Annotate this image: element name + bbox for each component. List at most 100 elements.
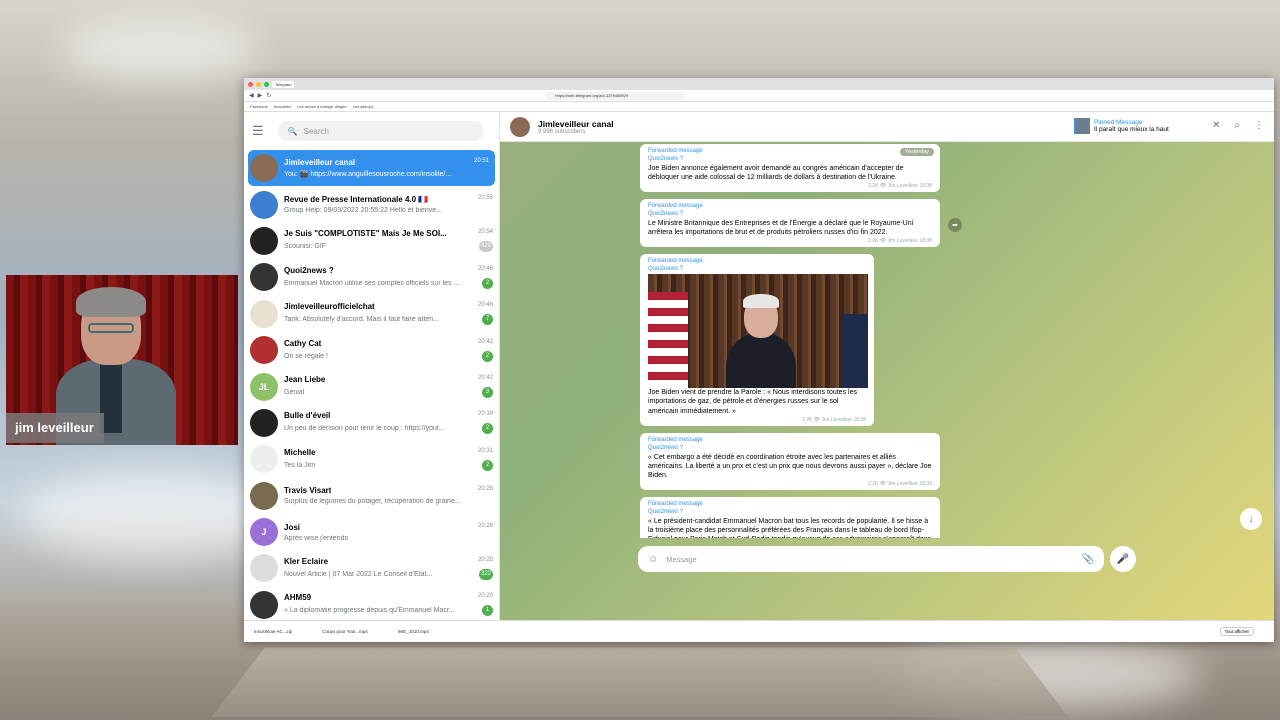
chat-item[interactable]: Cathy Cat 20:42 On se régale ! 2 bbox=[244, 332, 499, 368]
message-composer[interactable]: ☺ Message 📎 bbox=[638, 546, 1104, 572]
chat-name: Jean Liebe bbox=[284, 375, 326, 385]
message-bubble[interactable]: Forwarded message Yesterday Quoi2news ? … bbox=[640, 144, 940, 193]
chat-time: 20:31 bbox=[477, 447, 493, 454]
search-icon[interactable]: ⌕ bbox=[1234, 120, 1240, 131]
download-item[interactable]: IMG_1010.mp4 bbox=[398, 629, 429, 634]
chat-preview: Surplus de légumes du potager, récupérat… bbox=[284, 498, 461, 506]
channel-avatar[interactable] bbox=[510, 116, 530, 137]
url-bar[interactable]: https://web.telegram.org/z/#-1379485929 bbox=[545, 91, 686, 100]
minimize-window-icon[interactable] bbox=[256, 81, 261, 87]
unread-badge: 322 bbox=[478, 568, 493, 580]
chat-item[interactable]: JL Jean Liebe 20:42 Génial 3 bbox=[244, 368, 499, 404]
forward-icon[interactable]: ▶ bbox=[258, 92, 263, 99]
chat-name: Kler Eclaire bbox=[284, 556, 329, 566]
message-bubble[interactable]: Forwarded message Quoi2news ? « Cet emba… bbox=[640, 432, 940, 490]
download-item[interactable]: Coups pour Youl...mp4 bbox=[322, 629, 368, 634]
bookmark[interactable]: Nouvelles bbox=[274, 104, 292, 109]
bookmark[interactable]: Les armes à énergie dirigée bbox=[297, 104, 347, 109]
chat-main: Jimleveilleur canal 9 996 subscribers Pi… bbox=[500, 112, 1274, 620]
chat-preview: Scounisi: GIF bbox=[284, 243, 327, 251]
telegram-app: ☰ 🔍 Search Jimleveilleur canal 20:51 You… bbox=[244, 112, 1274, 620]
chat-item[interactable]: Quoi2news ? 20:46 Emmanuel Macron utilis… bbox=[244, 259, 499, 295]
maximize-window-icon[interactable] bbox=[264, 81, 269, 87]
chat-item[interactable]: Michelle 20:31 Tes la Jim 2 bbox=[244, 441, 499, 477]
webcam-name-label: jim leveilleur bbox=[6, 413, 104, 443]
attach-icon[interactable]: 📎 bbox=[1082, 554, 1094, 565]
message-bubble-photo[interactable]: Forwarded message Quoi2news ? Joe Biden … bbox=[640, 254, 874, 426]
message-photo[interactable] bbox=[648, 274, 868, 389]
person bbox=[56, 287, 176, 445]
chat-time: 20:39 bbox=[477, 411, 493, 418]
cloud bbox=[60, 20, 260, 80]
chat-name: Bulle d'éveil bbox=[284, 411, 331, 421]
download-item[interactable]: InsuloNow-AC...zip bbox=[254, 629, 292, 634]
chat-item[interactable]: Kler Eclaire 20:25 Nouvel Article | 07 M… bbox=[244, 550, 499, 586]
chat-time: 20:42 bbox=[477, 375, 493, 382]
browser-window: Telegram ◀ ▶ ↻ https://web.telegram.org/… bbox=[244, 78, 1274, 642]
avatar bbox=[250, 226, 278, 255]
bookmark[interactable]: Facebook bbox=[250, 104, 268, 109]
chat-time: 20:25 bbox=[477, 556, 493, 563]
hamburger-icon[interactable]: ☰ bbox=[252, 123, 264, 139]
unread-badge: 3 bbox=[482, 387, 493, 399]
close-icon[interactable]: ✕ bbox=[1212, 120, 1220, 131]
chat-name: Je Suis "COMPLOTISTE" Mais Je Me SOI... bbox=[284, 229, 447, 239]
unread-badge: 2 bbox=[482, 350, 493, 362]
chat-name: Revue de Presse Internationale 4.0 🇫🇷 bbox=[284, 195, 429, 205]
microphone-icon[interactable]: 🎤 bbox=[1110, 546, 1136, 572]
chat-item[interactable]: AHM59 20:20 « La diplomatie progresse de… bbox=[244, 587, 499, 623]
chat-time: 20:42 bbox=[477, 338, 493, 345]
pinned-thumbnail bbox=[1074, 118, 1090, 134]
avatar bbox=[250, 299, 278, 328]
date-pill: Yesterday bbox=[899, 148, 934, 156]
share-icon[interactable]: ➦ bbox=[948, 218, 962, 232]
search-input[interactable]: 🔍 Search bbox=[277, 121, 484, 141]
chat-time: 20:46 bbox=[477, 265, 493, 272]
chat-preview: Nouvel Article | 07 Mar 2022 Le Conseil … bbox=[284, 570, 433, 578]
pinned-message[interactable]: Pinned Message Il paraît que mieux la ha… bbox=[1074, 118, 1169, 134]
scroll-down-icon[interactable]: ↓ bbox=[1240, 508, 1262, 530]
unread-badge: 2 bbox=[482, 277, 493, 289]
tab-telegram[interactable]: Telegram bbox=[272, 80, 295, 88]
floor bbox=[211, 647, 1069, 718]
chat-item[interactable]: Jimleveilleur canal 20:51 You: 🎬 https:/… bbox=[248, 150, 495, 187]
message-input[interactable]: Message bbox=[666, 555, 1081, 564]
bookmark[interactable]: Les alien(s) bbox=[353, 104, 374, 109]
emoji-icon[interactable]: ☺ bbox=[648, 554, 658, 565]
show-all-downloads-button[interactable]: Tout afficher bbox=[1219, 627, 1254, 636]
message-bubble[interactable]: Forwarded message Quoi2news ? « Le prési… bbox=[640, 496, 940, 538]
chat-preview: Tes la Jim bbox=[284, 461, 316, 469]
avatar: J bbox=[250, 518, 278, 547]
avatar: JL bbox=[250, 372, 278, 401]
chat-list: Jimleveilleur canal 20:51 You: 🎬 https:/… bbox=[244, 150, 499, 623]
avatar bbox=[250, 590, 278, 619]
avatar bbox=[250, 190, 278, 219]
chat-name: AHM59 bbox=[284, 593, 312, 603]
chat-time: 20:51 bbox=[473, 158, 489, 165]
chat-item[interactable]: Jimleveilleurofficielchat 20:46 Tarik: A… bbox=[244, 296, 499, 332]
avatar bbox=[250, 263, 278, 292]
channel-title: Jimleveilleur canal bbox=[538, 118, 614, 129]
chat-item[interactable]: J Josi 20:26 Après wise j'entends bbox=[244, 514, 499, 550]
chat-name: Michelle bbox=[284, 447, 316, 457]
back-icon[interactable]: ◀ bbox=[249, 92, 254, 99]
chat-item[interactable]: Revue de Presse Internationale 4.0 🇫🇷 20… bbox=[244, 186, 499, 222]
more-icon[interactable]: ⋮ bbox=[1254, 120, 1264, 131]
unread-badge: 2 bbox=[482, 459, 493, 471]
unread-badge: 2 bbox=[482, 423, 493, 435]
chat-item[interactable]: Bulle d'éveil 20:39 Un peu de dérision p… bbox=[244, 405, 499, 441]
search-icon: 🔍 bbox=[287, 126, 298, 136]
chat-preview: You: 🎬 https://www.anguillesousroche.com… bbox=[284, 171, 452, 179]
tab-bar: Telegram bbox=[244, 78, 1274, 90]
chat-preview: Tarik: Absolutely d'accord. Mais il faut… bbox=[284, 316, 440, 324]
bookmarks-bar: Facebook Nouvelles Les armes à énergie d… bbox=[244, 102, 1274, 112]
chat-preview: On se régale ! bbox=[284, 352, 328, 360]
chat-item[interactable]: Je Suis "COMPLOTISTE" Mais Je Me SOI... … bbox=[244, 223, 499, 259]
subscriber-count: 9 996 subscribers bbox=[538, 128, 586, 135]
chat-header[interactable]: Jimleveilleur canal 9 996 subscribers Pi… bbox=[500, 112, 1274, 142]
reload-icon[interactable]: ↻ bbox=[266, 92, 271, 99]
message-bubble[interactable]: Forwarded message Quoi2news ? Le Ministr… bbox=[640, 199, 940, 248]
close-window-icon[interactable] bbox=[248, 81, 253, 87]
avatar bbox=[250, 445, 278, 474]
chat-item[interactable]: Travis Visart 20:28 Surplus de légumes d… bbox=[244, 478, 499, 514]
